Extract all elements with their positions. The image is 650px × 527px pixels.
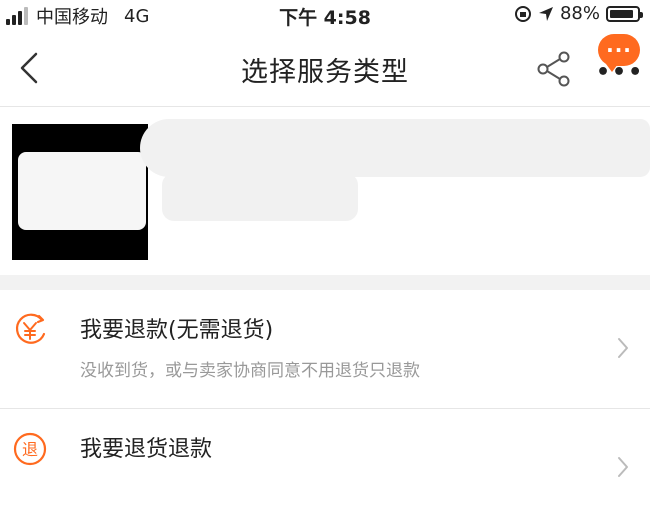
more-dots-icon: ••• bbox=[596, 60, 645, 85]
location-arrow-icon bbox=[538, 6, 553, 21]
battery-percent: 88% bbox=[559, 3, 600, 24]
chevron-right-icon bbox=[618, 338, 628, 358]
status-right: 88% bbox=[514, 3, 643, 24]
more-button[interactable]: ··· ••• bbox=[596, 34, 645, 85]
product-card bbox=[0, 106, 650, 275]
orientation-lock-icon bbox=[514, 5, 531, 22]
refund-yuan-icon bbox=[15, 313, 46, 344]
option-return-refund[interactable]: 退 我要退货退款 bbox=[0, 409, 650, 527]
status-bar: 中国移动 4G 下午 4:58 88% bbox=[0, 0, 650, 30]
option-description: 没收到货，或与卖家协商同意不用退货只退款 bbox=[80, 361, 420, 381]
share-icon[interactable] bbox=[536, 50, 572, 88]
redacted-product-subtitle bbox=[162, 173, 358, 221]
product-thumbnail bbox=[12, 124, 148, 260]
nav-bar: 选择服务类型 ··· ••• bbox=[0, 30, 650, 106]
redacted-image-area bbox=[18, 152, 146, 230]
service-type-list: 我要退款(无需退货) 没收到货，或与卖家协商同意不用退货只退款 退 我要退货退款 bbox=[0, 290, 650, 527]
battery-icon bbox=[606, 5, 643, 22]
option-title: 我要退货退款 bbox=[80, 437, 213, 462]
chevron-right-icon bbox=[618, 457, 628, 477]
option-title: 我要退款(无需退货) bbox=[80, 318, 274, 343]
option-refund-only[interactable]: 我要退款(无需退货) 没收到货，或与卖家协商同意不用退货只退款 bbox=[0, 290, 650, 409]
return-icon-glyph: 退 bbox=[22, 440, 38, 459]
redacted-product-title bbox=[140, 119, 650, 177]
